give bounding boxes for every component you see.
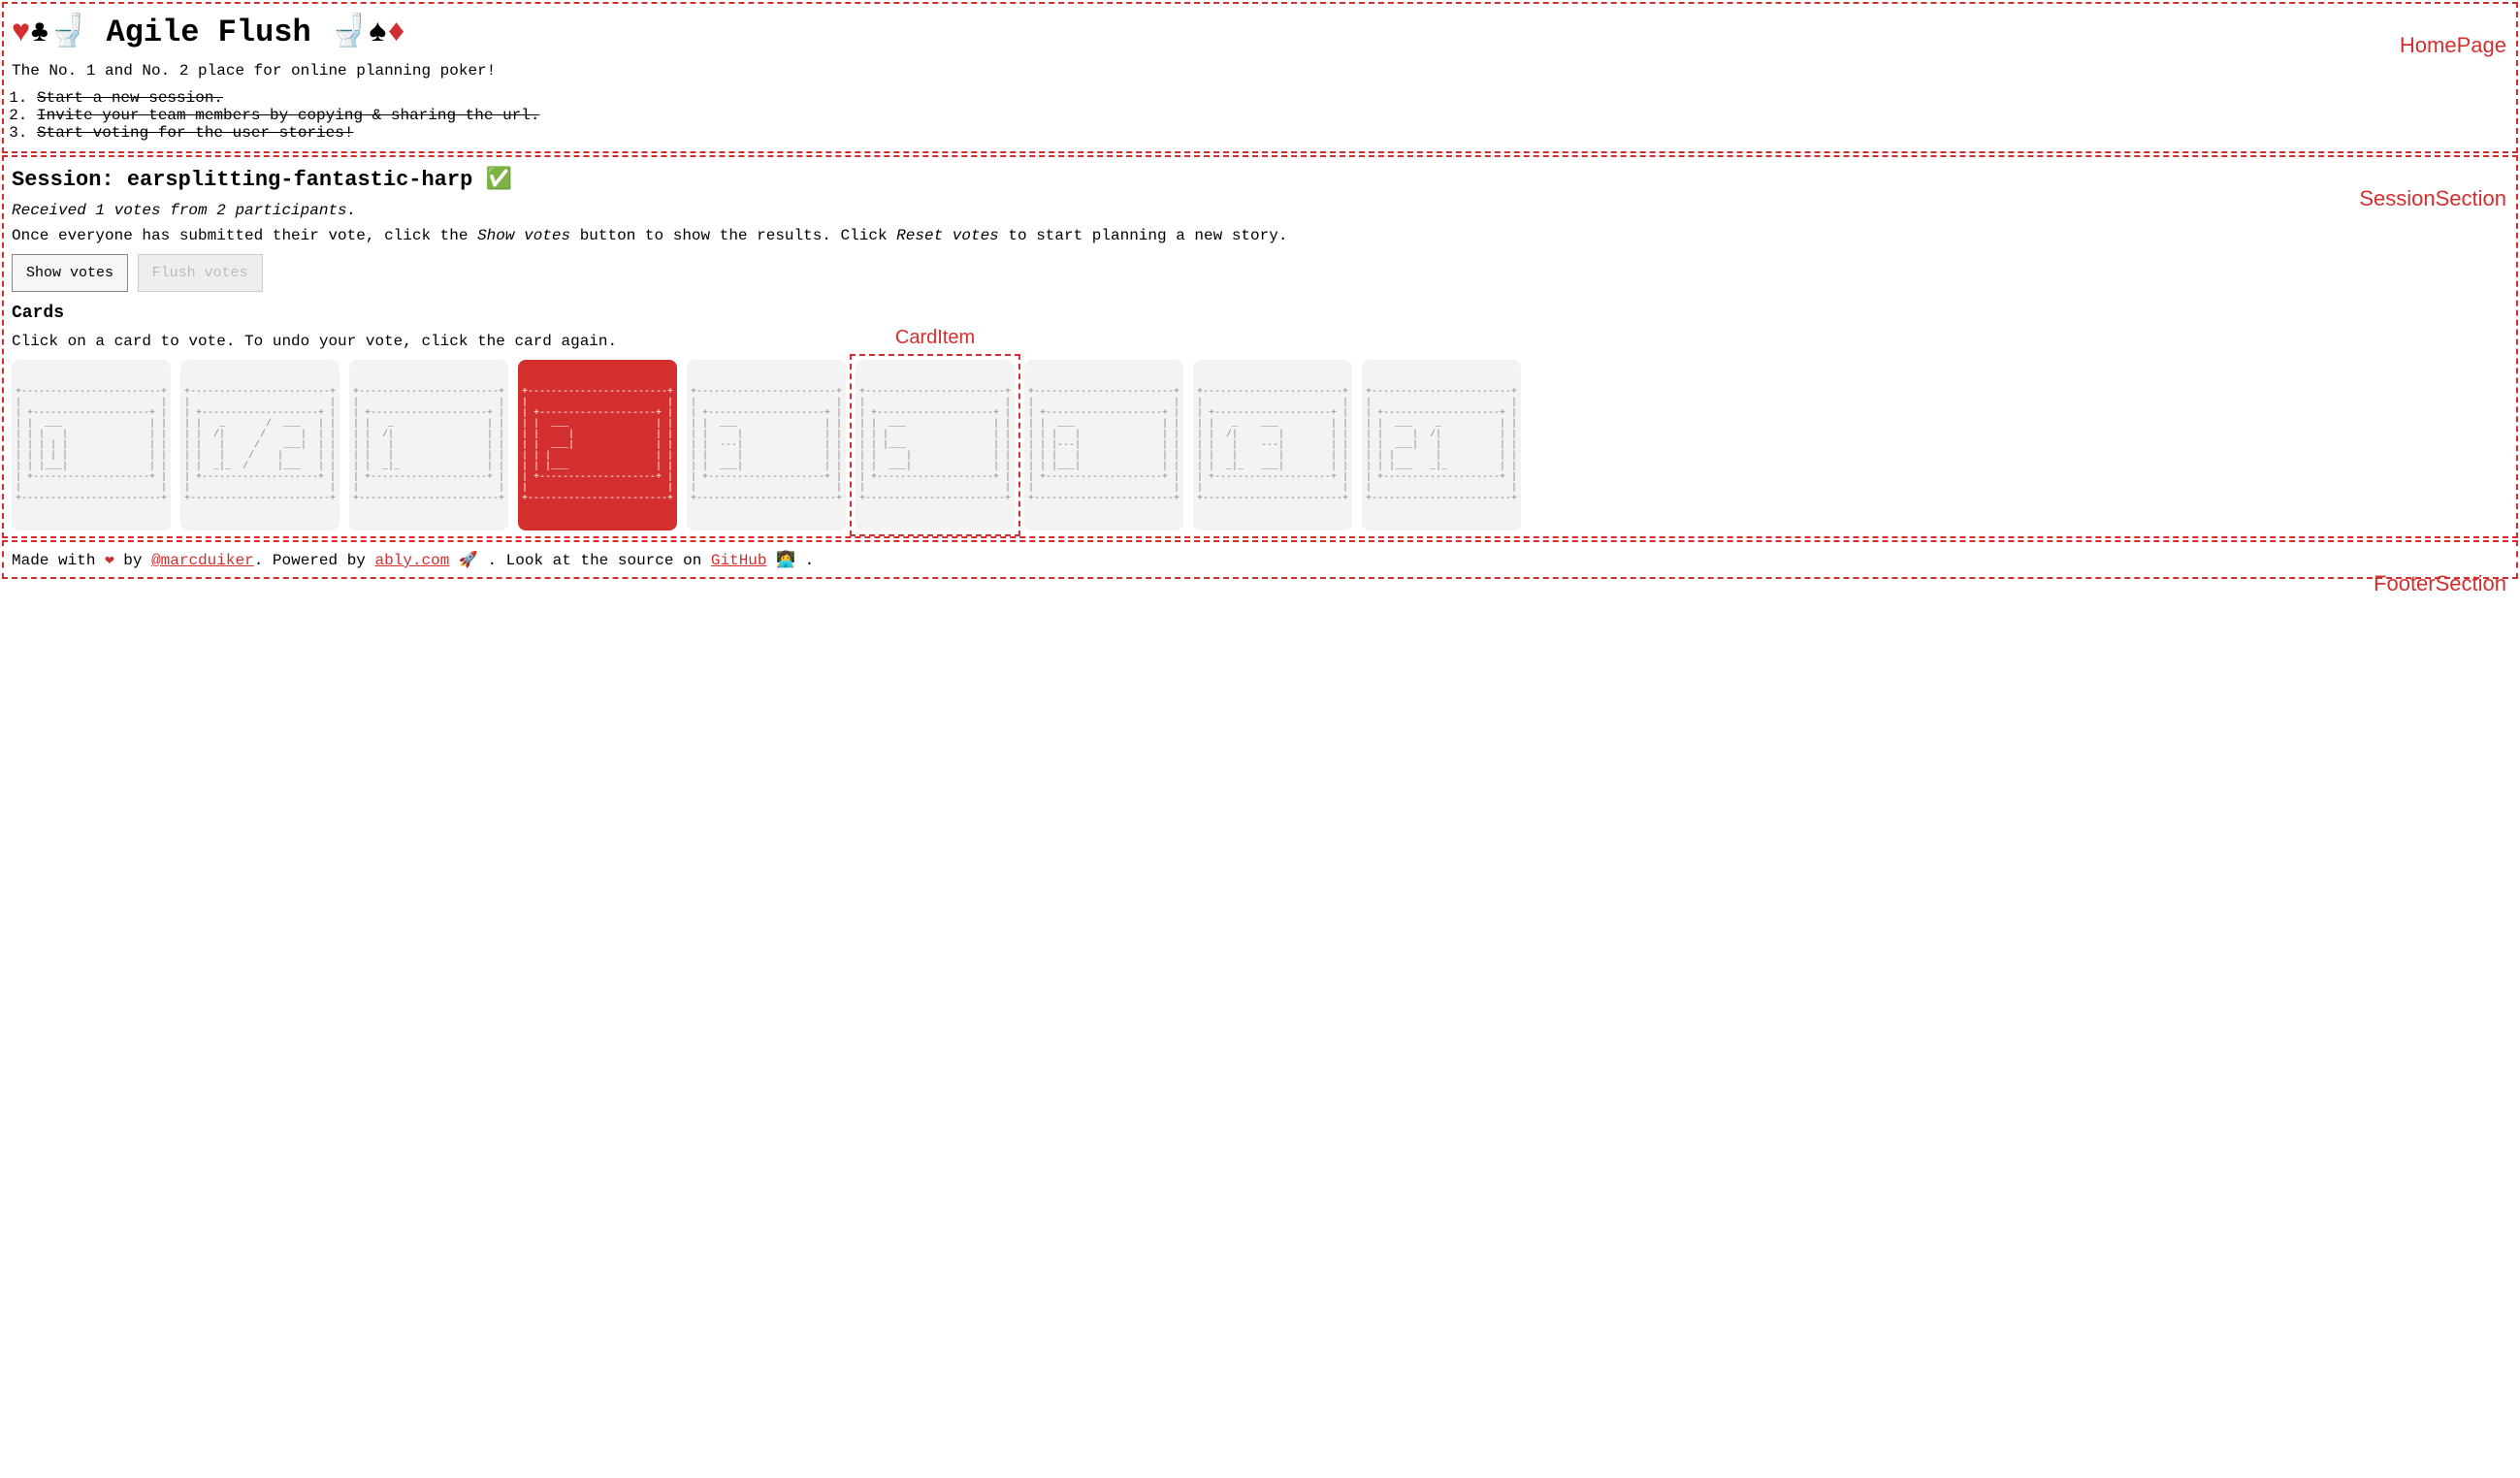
- card-8[interactable]: +------------------------+ | | | +------…: [1024, 360, 1183, 530]
- card-ascii: +------------------------+ | | | +------…: [353, 387, 504, 504]
- card-13[interactable]: +------------------------+ | | | +------…: [1193, 360, 1352, 530]
- tagline: The No. 1 and No. 2 place for online pla…: [12, 62, 2508, 80]
- github-link[interactable]: GitHub: [711, 552, 767, 569]
- section-label-session: SessionSection: [2359, 186, 2506, 211]
- footer-text: Made with ❤ by @marcduiker. Powered by a…: [12, 550, 2508, 569]
- card-ascii: +------------------------+ | | | +------…: [859, 387, 1011, 504]
- card-ascii: +------------------------+ | | | +------…: [184, 387, 336, 504]
- footer-section: FooterSection Made with ❤ by @marcduiker…: [2, 540, 2518, 579]
- card-1-2[interactable]: +------------------------+ | | | +------…: [180, 360, 339, 530]
- step-item: Start a new session.: [37, 89, 2508, 107]
- cards-heading: Cards: [12, 304, 2508, 323]
- step-item: Invite your team members by copying & sh…: [37, 107, 2508, 124]
- card-ascii: +------------------------+ | | | +------…: [691, 387, 842, 504]
- steps-list: Start a new session. Invite your team me…: [37, 89, 2508, 142]
- button-row: Show votes Flush votes: [12, 254, 2508, 292]
- card-1[interactable]: +------------------------+ | | | +------…: [349, 360, 508, 530]
- instructions: Once everyone has submitted their vote, …: [12, 227, 2508, 244]
- vote-status: Received 1 votes from 2 participants.: [12, 202, 2508, 219]
- card-ascii: +------------------------+ | | | +------…: [16, 387, 167, 504]
- show-votes-button[interactable]: Show votes: [12, 254, 128, 292]
- card-ascii: +------------------------+ | | | +------…: [522, 387, 673, 504]
- flush-votes-button[interactable]: Flush votes: [138, 254, 263, 292]
- step-item: Start voting for the user stories!: [37, 124, 2508, 142]
- card-ascii: +------------------------+ | | | +------…: [1028, 387, 1179, 504]
- card-3[interactable]: +------------------------+ | | | +------…: [687, 360, 846, 530]
- session-heading: Session: earsplitting-fantastic-harp ✅: [12, 167, 2508, 192]
- author-link[interactable]: @marcduiker: [151, 552, 254, 569]
- card-grid: +------------------------+ | | | +------…: [12, 360, 2508, 530]
- page-title: ♥♣🚽 Agile Flush 🚽♠♦: [12, 12, 2508, 50]
- card-21[interactable]: +------------------------+ | | | +------…: [1362, 360, 1521, 530]
- card-ascii: +------------------------+ | | | +------…: [1197, 387, 1348, 504]
- heart-icon: ♥: [12, 15, 30, 50]
- homepage-section: HomePage ♥♣🚽 Agile Flush 🚽♠♦ The No. 1 a…: [2, 2, 2518, 153]
- section-label-home: HomePage: [2400, 33, 2506, 58]
- ably-link[interactable]: ably.com: [375, 552, 450, 569]
- diamond-icon: ♦: [387, 15, 405, 50]
- check-icon: ✅: [472, 168, 512, 192]
- section-label-footer: FooterSection: [2374, 571, 2506, 596]
- card-5[interactable]: +------------------------+ | | | +------…: [856, 360, 1015, 530]
- card-0[interactable]: +------------------------+ | | | +------…: [12, 360, 171, 530]
- card-ascii: +------------------------+ | | | +------…: [1366, 387, 1517, 504]
- heart-icon: ❤: [105, 552, 114, 569]
- cards-hint: Click on a card to vote. To undo your vo…: [12, 333, 2508, 350]
- card-2[interactable]: +------------------------+ | | | +------…: [518, 360, 677, 530]
- session-name: earsplitting-fantastic-harp: [127, 168, 472, 192]
- session-section: SessionSection Session: earsplitting-fan…: [2, 155, 2518, 538]
